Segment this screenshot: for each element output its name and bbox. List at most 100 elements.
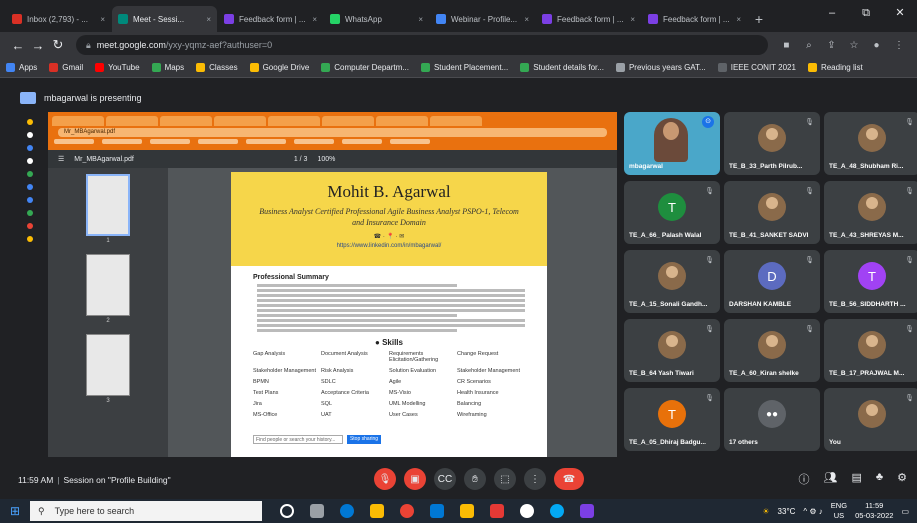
participant-tile[interactable]: 🎙︎ TE_B_64 Yash Tiwari (624, 319, 720, 382)
participant-tile[interactable]: 🎙︎ TE_B_41_SANKET SADVI (724, 181, 820, 244)
find-input[interactable]: Find people or search your history... (253, 435, 343, 444)
tab-favicon-icon (648, 14, 658, 24)
mic-off-icon[interactable]: 🎙︎ (374, 468, 396, 490)
menu-dots-icon[interactable]: ⋮ (889, 40, 909, 51)
bookmark-icon (615, 63, 625, 72)
bookmark-item[interactable]: Reading list (807, 63, 863, 72)
edge-icon[interactable] (340, 504, 354, 518)
browser-tab[interactable]: Inbox (2,793) - ... × (6, 6, 111, 32)
app-icon[interactable] (460, 504, 474, 518)
close-tab-icon[interactable]: × (418, 15, 423, 24)
bookmark-item[interactable]: Classes (196, 63, 238, 72)
bookmark-icon (95, 63, 105, 72)
raise-hand-icon[interactable]: ✋︎ (464, 468, 486, 490)
bookmark-item[interactable]: Previous years GAT... (615, 63, 706, 72)
skill-item: SQL (321, 401, 333, 407)
resume-header: Mohit B. Agarwal Business Analyst Certif… (231, 172, 547, 266)
close-tab-icon[interactable]: × (524, 15, 529, 24)
profile-avatar[interactable]: ● (866, 40, 886, 51)
bookmark-item[interactable]: YouTube (95, 63, 140, 72)
share-icon[interactable]: ⇪ (821, 40, 841, 51)
bookmark-item[interactable]: Computer Departm... (321, 63, 409, 72)
task-view-icon[interactable] (310, 504, 324, 518)
file-explorer-icon[interactable] (370, 504, 384, 518)
skill-item: Jira (253, 401, 262, 407)
reload-icon[interactable]: ↻ (48, 37, 68, 53)
participant-tile[interactable]: 🎙︎ TE_A_15_Sonali Gandh... (624, 250, 720, 313)
restore-button[interactable]: ⧉ (849, 0, 883, 26)
browser-tab[interactable]: Feedback form | ... × (536, 6, 641, 32)
pdf-zoom-level: 100% (317, 155, 336, 163)
zoom-icon[interactable]: ⌕ (799, 40, 819, 51)
participant-tile[interactable]: 🎙︎ TE_B_33_Parth Pilrub... (724, 112, 820, 175)
participant-tile[interactable]: T 🎙︎ TE_A_66_ Palash Walal (624, 181, 720, 244)
people-icon[interactable]: 👥︎ (824, 471, 838, 487)
participant-tile[interactable]: T 🎙︎ TE_B_56_SIDDHARTH ... (824, 250, 917, 313)
activities-icon[interactable]: ♣ (876, 471, 883, 487)
bookmark-star-icon[interactable]: ☆ (844, 40, 864, 51)
bookmark-item[interactable]: Gmail (49, 63, 83, 72)
bookmark-item[interactable]: Apps (6, 63, 37, 72)
close-tab-icon[interactable]: × (736, 15, 741, 24)
language-indicator[interactable]: ENG US (831, 501, 847, 521)
present-icon[interactable]: ⬚ (494, 468, 516, 490)
bookmark-item[interactable]: Google Drive (249, 63, 309, 72)
bookmark-item[interactable]: Student Placement... (420, 63, 508, 72)
close-window-button[interactable]: ✕ (883, 0, 917, 26)
participant-tile[interactable]: 🎙︎ You (824, 388, 917, 451)
info-icon[interactable]: ⓘ (799, 471, 810, 487)
browser-tab[interactable]: WhatsApp × (324, 6, 429, 32)
back-arrow-icon[interactable]: ← (8, 38, 28, 53)
participant-tile[interactable]: 🎙︎ TE_A_43_SHREYAS M... (824, 181, 917, 244)
bookmark-item[interactable]: IEEE CONIT 2021 (717, 63, 796, 72)
participant-tile[interactable]: 🎙︎ TE_A_48_Shubham Ri... (824, 112, 917, 175)
captions-icon[interactable]: CC (434, 468, 456, 490)
close-tab-icon[interactable]: × (630, 15, 635, 24)
browser-tab[interactable]: Webinar - Profile... × (430, 6, 535, 32)
shared-screen[interactable]: Mr_MBAgarwal.pdf ☰ Mr_MBAgarwal.pdf 1 / … (12, 112, 617, 457)
tray-icons[interactable]: ^ ⚙︎ ♪ (803, 507, 822, 516)
app-icon[interactable] (550, 504, 564, 518)
participant-tile[interactable]: D 🎙︎ DARSHAN KAMBLE (724, 250, 820, 313)
participant-tile[interactable]: 🎙︎ TE_A_60_Kiran shelke (724, 319, 820, 382)
taskbar-search[interactable]: ⚲ Type here to search (30, 501, 262, 521)
browser-tab[interactable]: Feedback form | ... × (218, 6, 323, 32)
forward-arrow-icon[interactable]: → (28, 38, 48, 53)
participant-tile[interactable]: 🎙︎ TE_B_17_PRAJWAL M... (824, 319, 917, 382)
system-tray: ☀︎ 33°C ^ ⚙︎ ♪ ENG US 11:59 05-03-2022 ▭ (762, 501, 909, 521)
maps-icon[interactable] (520, 504, 534, 518)
stop-sharing-button[interactable]: Stop sharing (347, 435, 381, 444)
browser-tab[interactable]: Meet - Sessi... × (112, 6, 217, 32)
minimize-button[interactable]: – (815, 0, 849, 26)
bookmark-label: IEEE CONIT 2021 (730, 63, 796, 72)
close-tab-icon[interactable]: × (206, 15, 211, 24)
host-controls-icon[interactable]: ⚙︎ (897, 471, 907, 487)
participant-tile[interactable]: T 🎙︎ TE_A_05_Dhiraj Badgu... (624, 388, 720, 451)
store-icon[interactable] (430, 504, 444, 518)
participant-tile[interactable]: ●● 17 others (724, 388, 820, 451)
bookmark-item[interactable]: Maps (151, 63, 184, 72)
participant-name: mbagarwal (629, 163, 663, 170)
bookmark-item[interactable]: Student details for... (520, 63, 604, 72)
close-tab-icon[interactable]: × (312, 15, 317, 24)
app-icon[interactable] (580, 504, 594, 518)
windows-start-icon[interactable]: ⊞ (0, 504, 30, 518)
clock[interactable]: 11:59 05-03-2022 (855, 501, 893, 521)
tab-favicon-icon (542, 14, 552, 24)
chat-icon[interactable]: ▤ (852, 471, 862, 487)
cortana-icon[interactable] (280, 504, 294, 518)
close-tab-icon[interactable]: × (100, 15, 105, 24)
app-icon[interactable] (490, 504, 504, 518)
participant-tile[interactable]: ⊙ mbagarwal (624, 112, 720, 175)
chrome-icon[interactable] (400, 504, 414, 518)
camera-off-icon[interactable]: ▣ (404, 468, 426, 490)
pin-icon[interactable]: ⊙ (702, 116, 714, 128)
more-options-icon[interactable]: ⋮ (524, 468, 546, 490)
camera-indicator-icon[interactable]: ■ (776, 40, 796, 51)
browser-tab[interactable]: Feedback form | ... × (642, 6, 747, 32)
tab-favicon-icon (330, 14, 340, 24)
new-tab-button[interactable]: + (748, 6, 770, 32)
end-call-icon[interactable]: ☎ (554, 468, 584, 490)
notifications-icon[interactable]: ▭ (901, 507, 909, 516)
url-bar[interactable]: 🔒︎ meet.google.com /yxy-yqmz-aef?authuse… (76, 35, 769, 55)
